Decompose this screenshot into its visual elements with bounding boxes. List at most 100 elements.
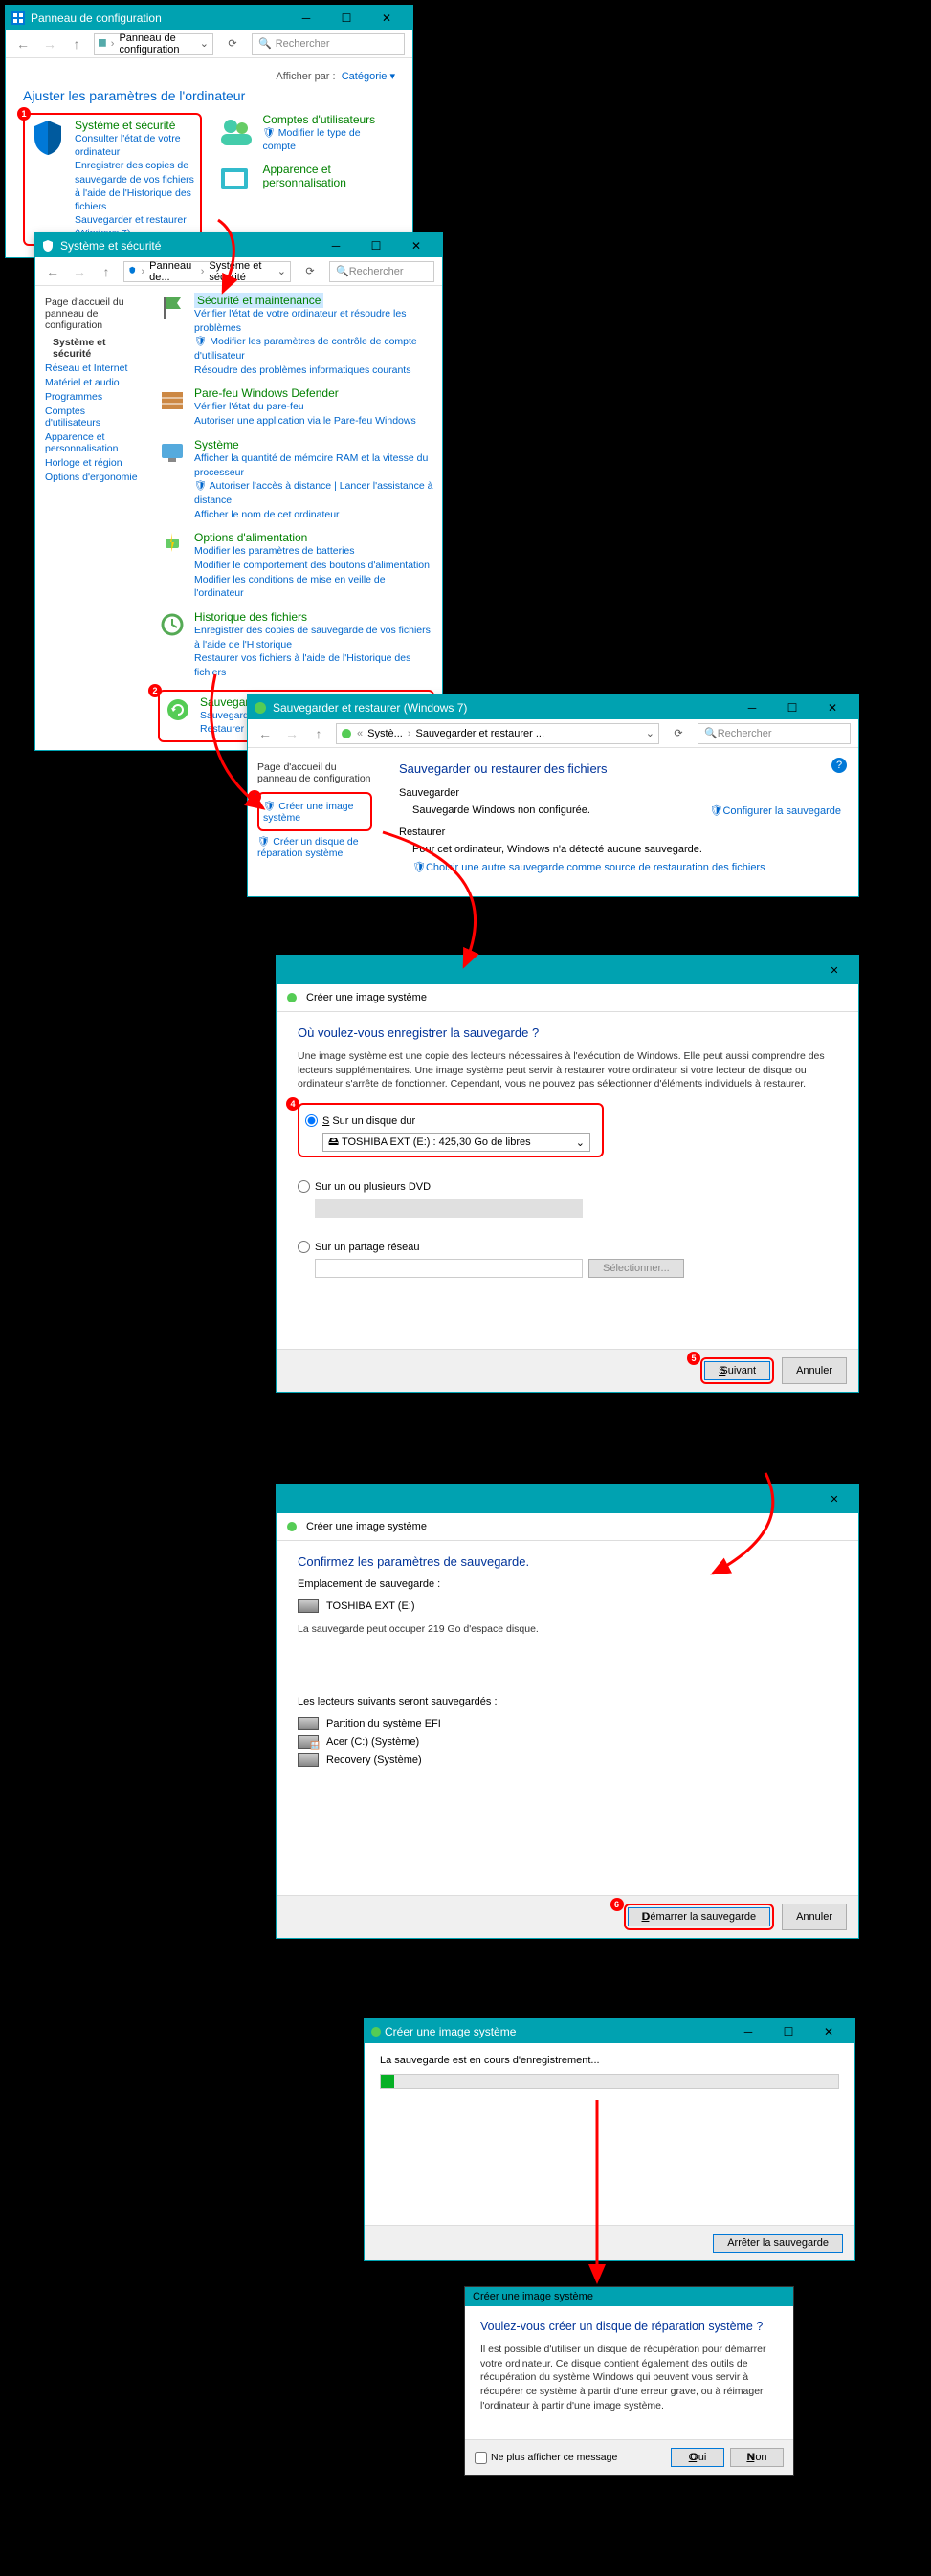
create-system-image-link[interactable]: 🛡 Créer une image système [263, 800, 366, 824]
callout-1: 1 [17, 107, 31, 121]
link-account-type[interactable]: 🛡 Modifier le type de compte [263, 126, 396, 153]
nav-users[interactable]: Comptes d'utilisateurs [45, 406, 141, 429]
close-button[interactable]: ✕ [812, 695, 853, 719]
drive-icon [298, 1717, 319, 1730]
minimize-button[interactable]: ─ [286, 6, 326, 30]
close-button[interactable]: ✕ [814, 1487, 854, 1511]
cat-system-security[interactable]: Système et sécurité [75, 119, 196, 132]
backup-icon [370, 2026, 382, 2037]
radio-dvd[interactable]: Sur un ou plusieurs DVD [298, 1180, 837, 1193]
up-button[interactable]: ↑ [67, 36, 86, 52]
nav-hardware[interactable]: Matériel et audio [45, 377, 141, 388]
restore-section-label: Restaurer [399, 826, 841, 838]
callout-6: 6 [610, 1898, 624, 1911]
callout-4: 4 [286, 1097, 299, 1111]
dvd-combo-disabled [315, 1199, 583, 1218]
nav-ease[interactable]: Options d'ergonomie [45, 472, 141, 483]
disk-dropdown[interactable]: 🖴 TOSHIBA EXT (E:) : 425,30 Go de libres… [322, 1133, 590, 1152]
wizard-heading: Où voulez-vous enregistrer la sauvegarde… [298, 1025, 837, 1040]
search-input[interactable]: 🔍 Rechercher [698, 723, 851, 744]
nav-network[interactable]: Réseau et Internet [45, 363, 141, 374]
close-button[interactable]: ✕ [396, 233, 436, 257]
create-repair-disc-link[interactable]: 🛡 Créer un disque de réparation système [257, 835, 372, 859]
no-button[interactable]: NNon [730, 2448, 784, 2467]
up-button[interactable]: ↑ [97, 264, 116, 279]
display-by-row: Afficher par : Catégorie ▾ [23, 70, 395, 82]
cp-home-link[interactable]: Page d'accueil du panneau de configurati… [257, 761, 372, 784]
system-head[interactable]: Système [194, 438, 434, 451]
refresh-icon[interactable]: ⟳ [299, 265, 321, 277]
stop-backup-button[interactable]: Arrêter la sauvegarde [713, 2234, 843, 2253]
close-button[interactable]: ✕ [814, 958, 854, 982]
back-button[interactable]: ← [255, 726, 275, 741]
window-title: Panneau de configuration [31, 11, 162, 25]
drive-icon [298, 1599, 319, 1613]
power-icon [158, 531, 187, 560]
minimize-button[interactable]: ─ [728, 2019, 768, 2043]
backup-status: Sauvegarde Windows non configurée. [412, 804, 590, 817]
users-icon [217, 113, 255, 151]
power-head[interactable]: Options d'alimentation [194, 531, 434, 544]
shield-icon [128, 266, 137, 277]
search-input[interactable]: 🔍Rechercher [252, 33, 405, 55]
highlight-box-4: SSur un disque dur 🖴 TOSHIBA EXT (E:) : … [298, 1103, 604, 1157]
flag-icon [158, 294, 187, 322]
back-button[interactable]: ← [13, 36, 33, 52]
maximize-button[interactable]: ☐ [772, 695, 812, 719]
dont-show-checkbox[interactable]: Ne plus afficher ce message [475, 2452, 671, 2464]
size-estimate: La sauvegarde peut occuper 219 Go d'espa… [298, 1622, 837, 1637]
system-icon [158, 438, 187, 467]
address-bar[interactable]: « Systè...› Sauvegarder et restaurer ...… [336, 723, 659, 744]
minimize-button[interactable]: ─ [732, 695, 772, 719]
up-button[interactable]: ↑ [309, 726, 328, 741]
back-button[interactable]: ← [43, 264, 62, 279]
address-bar[interactable]: › Panneau de...› Système et sécurité ⌄ [123, 261, 291, 282]
minimize-button[interactable]: ─ [316, 233, 356, 257]
cancel-button[interactable]: Annuler [782, 1904, 847, 1930]
refresh-icon[interactable]: ⟳ [221, 37, 244, 50]
link-check-state[interactable]: Consulter l'état de votre ordinateur [75, 132, 196, 159]
dialog-title: Créer une image système [465, 2287, 793, 2306]
window-title: Créer une image système [385, 2025, 516, 2038]
choose-other-backup-link[interactable]: 🛡Choisir une autre sauvegarde comme sour… [412, 862, 765, 873]
close-button[interactable]: ✕ [366, 6, 407, 30]
forward-button[interactable]: → [282, 726, 301, 741]
search-input[interactable]: 🔍 Rechercher [329, 261, 434, 282]
maximize-button[interactable]: ☐ [768, 2019, 809, 2043]
maximize-button[interactable]: ☐ [326, 6, 366, 30]
address-bar[interactable]: › Panneau de configuration ⌄ [94, 33, 213, 55]
nav-appearance[interactable]: Apparence et personnalisation [45, 431, 141, 454]
radio-harddisk[interactable]: SSur un disque dur [305, 1114, 596, 1127]
appearance-icon [217, 163, 255, 201]
nav-system-security[interactable]: Système et sécurité [45, 337, 141, 360]
sec-maintenance-head[interactable]: Sécurité et maintenance [194, 293, 323, 308]
cat-appearance[interactable]: Apparence et personnalisation [263, 163, 396, 189]
firewall-icon [158, 386, 187, 415]
nav-clock[interactable]: Horloge et région [45, 457, 141, 469]
wizard-description: Une image système est une copie des lect… [298, 1049, 837, 1091]
control-panel-icon [99, 38, 106, 50]
forward-button[interactable]: → [70, 264, 89, 279]
close-button[interactable]: ✕ [809, 2019, 849, 2043]
link-file-history[interactable]: Enregistrer des copies de sauvegarde de … [75, 159, 196, 213]
forward-button[interactable]: → [40, 36, 59, 52]
progress-bar [380, 2074, 839, 2089]
network-path-input[interactable] [315, 1259, 583, 1278]
radio-network[interactable]: Sur un partage réseau [298, 1241, 837, 1253]
progress-message: La sauvegarde est en cours d'enregistrem… [380, 2055, 839, 2066]
next-button[interactable]: SSuivant [704, 1361, 770, 1380]
cat-user-accounts[interactable]: Comptes d'utilisateurs [263, 113, 396, 126]
nav-programs[interactable]: Programmes [45, 391, 141, 403]
configure-backup-link[interactable]: 🛡Configurer la sauvegarde [710, 804, 842, 817]
drive-item: Partition du système EFI [298, 1717, 837, 1730]
help-icon[interactable]: ? [831, 758, 847, 773]
yes-button[interactable]: OOui [671, 2448, 724, 2467]
start-backup-button[interactable]: DDémarrer la sauvegarde [628, 1907, 771, 1926]
cancel-button[interactable]: Annuler [782, 1357, 847, 1384]
firewall-head[interactable]: Pare-feu Windows Defender [194, 386, 416, 400]
filehistory-head[interactable]: Historique des fichiers [194, 610, 434, 624]
refresh-icon[interactable]: ⟳ [667, 727, 690, 739]
maximize-button[interactable]: ☐ [356, 233, 396, 257]
security-shield-icon [29, 119, 67, 157]
category-dropdown[interactable]: Catégorie ▾ [342, 71, 395, 82]
